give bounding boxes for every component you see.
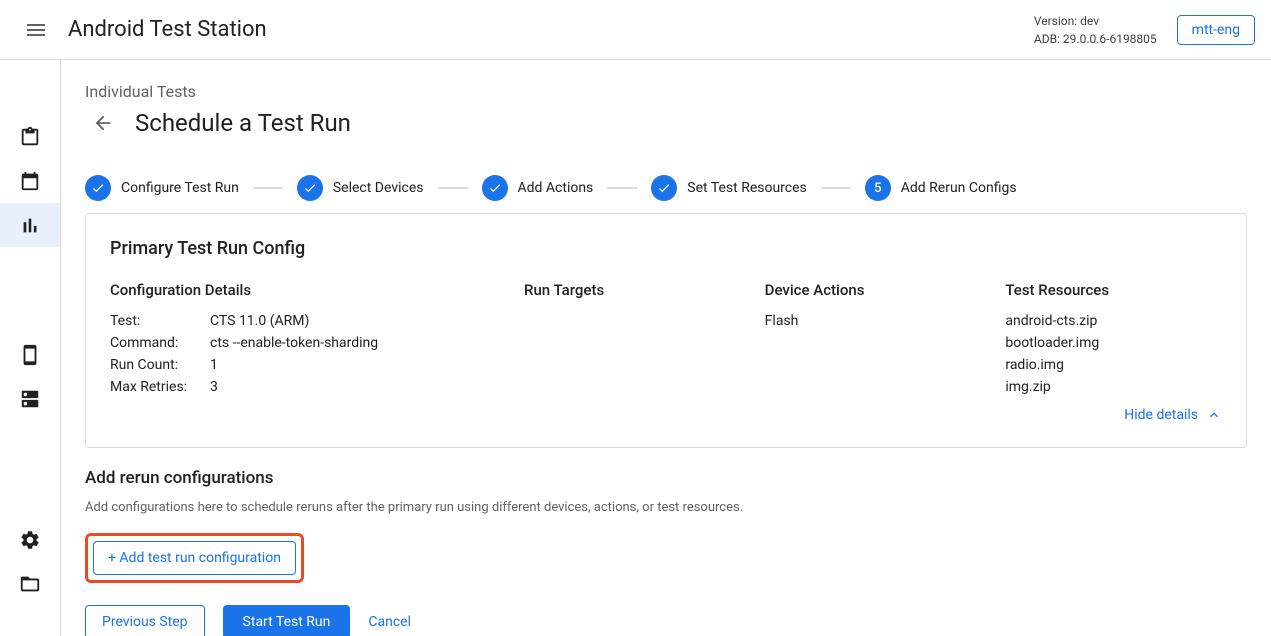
col-head-test-resources: Test Resources [1005, 281, 1222, 299]
start-test-run-button[interactable]: Start Test Run [223, 605, 351, 636]
resource-item: android-cts.zip [1005, 313, 1222, 329]
stepper: Configure Test Run Select Devices Add Ac… [85, 175, 1247, 201]
folder-icon [19, 573, 41, 595]
card-title: Primary Test Run Config [110, 238, 1222, 259]
phone-icon [19, 344, 41, 366]
primary-config-card: Primary Test Run Config Configuration De… [85, 213, 1247, 448]
step-connector [253, 187, 283, 189]
col-head-run-targets: Run Targets [524, 281, 741, 299]
kv-value: 1 [210, 357, 218, 373]
profile-button[interactable]: mtt-eng [1177, 15, 1255, 45]
resource-item: bootloader.img [1005, 335, 1222, 351]
step-label: Select Devices [333, 180, 424, 196]
rerun-section-title: Add rerun configurations [85, 468, 1247, 488]
calendar-icon [19, 170, 41, 192]
hamburger-menu-button[interactable] [16, 10, 56, 50]
step-select-devices[interactable]: Select Devices [297, 175, 424, 201]
kv-key: Max Retries: [110, 379, 210, 395]
bar-chart-icon [19, 214, 41, 236]
previous-step-button[interactable]: Previous Step [85, 605, 205, 636]
sidebar-item-folder[interactable] [0, 562, 60, 606]
kv-key: Command: [110, 335, 210, 351]
sidebar-item-clipboard[interactable] [0, 115, 60, 159]
main-content: Individual Tests Schedule a Test Run Con… [60, 60, 1271, 636]
kv-key: Run Count: [110, 357, 210, 373]
hide-details-label: Hide details [1124, 407, 1198, 423]
gear-icon [19, 529, 41, 551]
clipboard-icon [19, 126, 41, 148]
step-configure-test-run[interactable]: Configure Test Run [85, 175, 239, 201]
step-connector [438, 187, 468, 189]
step-connector [607, 187, 637, 189]
col-head-config: Configuration Details [110, 281, 500, 299]
chevron-up-icon [1206, 407, 1222, 423]
resource-item: radio.img [1005, 357, 1222, 373]
kv-value: 3 [210, 379, 218, 395]
hide-details-button[interactable]: Hide details [1124, 407, 1222, 423]
page-title: Schedule a Test Run [135, 109, 351, 137]
col-head-device-actions: Device Actions [765, 281, 982, 299]
step-connector [821, 187, 851, 189]
sidebar-item-device[interactable] [0, 333, 60, 377]
step-label: Configure Test Run [121, 180, 239, 196]
step-add-actions[interactable]: Add Actions [482, 175, 594, 201]
sidebar-item-reports[interactable] [0, 203, 60, 247]
step-number: 5 [865, 175, 891, 201]
adb-line: ADB: 29.0.0.6-6198805 [1034, 30, 1157, 48]
cancel-button[interactable]: Cancel [368, 614, 411, 630]
check-icon [91, 181, 105, 195]
device-action-item: Flash [765, 313, 982, 329]
sidebar-item-calendar[interactable] [0, 159, 60, 203]
resource-item: img.zip [1005, 379, 1222, 395]
kv-value: cts --enable-token-sharding [210, 335, 378, 351]
hamburger-icon [27, 24, 45, 36]
app-title: Android Test Station [68, 17, 267, 42]
sidebar-item-dns[interactable] [0, 377, 60, 421]
step-set-test-resources[interactable]: Set Test Resources [651, 175, 806, 201]
version-line: Version: dev [1034, 12, 1157, 30]
step-label: Add Rerun Configs [901, 180, 1017, 196]
breadcrumb: Individual Tests [85, 82, 1247, 101]
step-add-rerun-configs[interactable]: 5 Add Rerun Configs [865, 175, 1017, 201]
step-label: Add Actions [518, 180, 594, 196]
check-icon [657, 181, 671, 195]
sidebar-item-settings[interactable] [0, 518, 60, 562]
check-icon [303, 181, 317, 195]
back-button[interactable] [85, 105, 121, 141]
arrow-back-icon [92, 112, 114, 134]
kv-key: Test: [110, 313, 210, 329]
top-app-bar: Android Test Station Version: dev ADB: 2… [0, 0, 1271, 60]
sidebar [0, 60, 60, 636]
highlight-annotation: + Add test run configuration [85, 533, 304, 583]
dns-icon [19, 388, 41, 410]
version-info: Version: dev ADB: 29.0.0.6-6198805 [1034, 12, 1157, 48]
rerun-section-desc: Add configurations here to schedule reru… [85, 500, 1247, 515]
check-icon [488, 181, 502, 195]
step-label: Set Test Resources [687, 180, 806, 196]
kv-value: CTS 11.0 (ARM) [210, 313, 309, 329]
add-test-run-config-button[interactable]: + Add test run configuration [93, 541, 296, 575]
